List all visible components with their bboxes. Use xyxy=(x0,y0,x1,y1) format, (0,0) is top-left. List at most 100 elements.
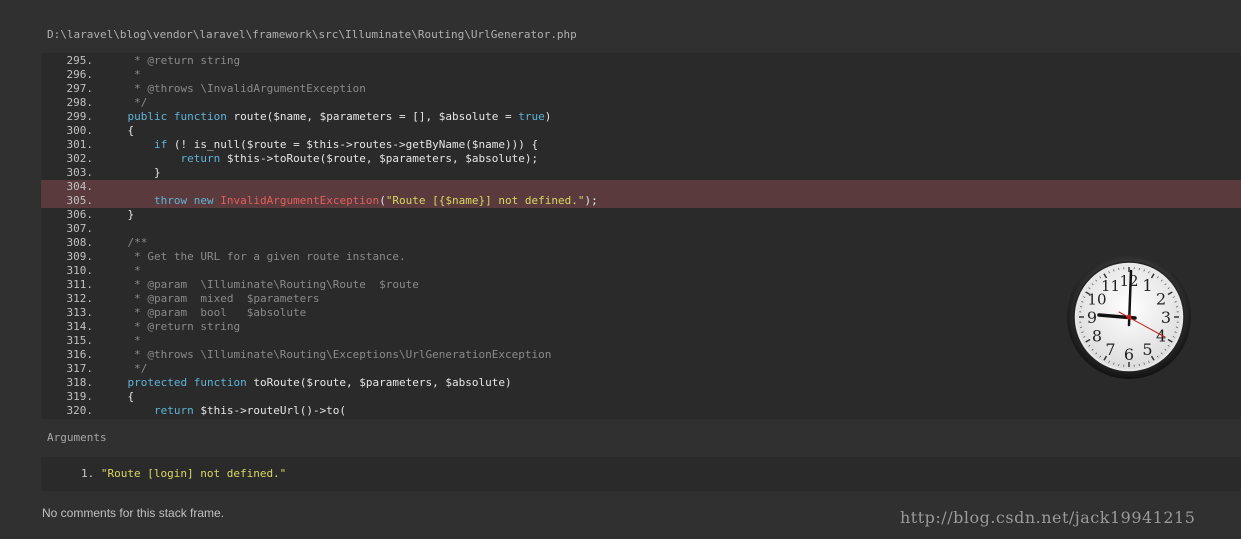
line-number: 304. xyxy=(66,180,94,193)
code-token: ); xyxy=(584,194,598,207)
code-token: (! is_null($route = $this->routes->getBy… xyxy=(167,138,539,151)
line-number: 309. xyxy=(66,250,94,263)
code-token: function xyxy=(193,376,247,389)
code-line: 318. protected function toRoute($route, … xyxy=(41,376,1241,390)
argument-item: 1. "Route [login] not defined." xyxy=(81,467,286,480)
code-token: function xyxy=(173,110,227,123)
code-token: * @throws \InvalidArgumentException xyxy=(101,82,366,95)
code-token: new xyxy=(193,194,214,207)
code-token: * @throws \Illuminate\Routing\Exceptions… xyxy=(101,348,552,361)
code-line: 313. * @param bool $absolute xyxy=(41,306,1241,320)
arguments-heading: Arguments xyxy=(47,431,107,444)
code-line: 314. * @return string xyxy=(41,320,1241,334)
line-number: 313. xyxy=(66,306,94,319)
code-line: 298. */ xyxy=(41,96,1241,110)
line-number: 310. xyxy=(66,264,94,277)
clock-widget: 12 1234567891011 xyxy=(1067,255,1191,379)
code-token: return xyxy=(153,404,194,417)
line-number: 316. xyxy=(66,348,94,361)
line-number: 318. xyxy=(66,376,94,389)
clock-numeral: 12 xyxy=(1119,272,1138,290)
line-number: 303. xyxy=(66,166,94,179)
code-lines: 295. * @return string 296. * 297. * @throw… xyxy=(41,54,1241,418)
code-token: public xyxy=(127,110,168,123)
line-number: 315. xyxy=(66,334,94,347)
line-number: 320. xyxy=(66,404,94,417)
code-token: * @param mixed $parameters xyxy=(101,292,320,305)
clock-numeral: 11 xyxy=(1101,277,1120,295)
code-token: * @return string xyxy=(101,54,241,67)
line-source: protected function toRoute($route, $para… xyxy=(101,376,512,390)
code-token: { xyxy=(101,390,135,403)
line-source: * xyxy=(101,334,141,348)
code-token: $this->routeUrl()->to( xyxy=(193,404,347,417)
clock-numeral: 7 xyxy=(1105,340,1115,359)
line-number: 301. xyxy=(66,138,94,151)
code-line: 304. xyxy=(41,180,1241,194)
line-number: 306. xyxy=(66,208,94,221)
code-line: 302. return $this->toRoute($route, $para… xyxy=(41,152,1241,166)
line-source: /** xyxy=(101,236,147,250)
frame-file-path: D:\laravel\blog\vendor\laravel\framework… xyxy=(47,28,577,41)
line-source: } xyxy=(101,166,161,180)
line-source: if (! is_null($route = $this->routes->ge… xyxy=(101,138,538,152)
line-source: * xyxy=(101,68,141,82)
code-line: 310. * xyxy=(41,264,1241,278)
code-line: 312. * @param mixed $parameters xyxy=(41,292,1241,306)
code-line: 315. * xyxy=(41,334,1241,348)
line-number: 296. xyxy=(66,68,94,81)
line-source: return $this->routeUrl()->to( xyxy=(101,404,346,418)
code-token: InvalidArgumentException xyxy=(220,194,380,207)
code-token: * @param bool $absolute xyxy=(101,306,307,319)
line-number: 314. xyxy=(66,320,94,333)
line-number: 297. xyxy=(66,82,94,95)
code-token: /** xyxy=(101,236,148,249)
code-line: 297. * @throws \InvalidArgumentException xyxy=(41,82,1241,96)
argument-value: "Route [login] not defined." xyxy=(100,467,287,480)
watermark-url: http://blog.csdn.net/jack19941215 xyxy=(900,508,1196,527)
code-token: if xyxy=(153,138,168,151)
code-line: 300. { xyxy=(41,124,1241,138)
clock-numeral: 8 xyxy=(1092,327,1102,346)
line-source: * @return string xyxy=(101,320,240,334)
code-token: throw xyxy=(153,194,188,207)
line-number: 317. xyxy=(66,362,94,375)
code-line: 319. { xyxy=(41,390,1241,404)
code-token: ) xyxy=(544,110,552,123)
line-number: 312. xyxy=(66,292,94,305)
code-line: 309. * Get the URL for a given route ins… xyxy=(41,250,1241,264)
line-source: { xyxy=(101,124,134,138)
code-token: */ xyxy=(101,96,148,109)
line-source: * @param bool $absolute xyxy=(101,306,306,320)
code-token: * xyxy=(101,68,141,81)
clock-numeral: 3 xyxy=(1161,308,1171,327)
line-number: 305. xyxy=(66,194,94,207)
clock-numeral: 4 xyxy=(1156,327,1166,346)
code-line: 299. public function route($name, $param… xyxy=(41,110,1241,124)
no-comments-text: No comments for this stack frame. xyxy=(42,506,225,520)
code-token: route($name, $parameters = [], $absolute… xyxy=(226,110,519,123)
line-source: throw new InvalidArgumentException("Rout… xyxy=(101,194,598,208)
line-source: * @return string xyxy=(101,54,240,68)
clock-numeral: 1 xyxy=(1142,276,1152,295)
line-source: * @param mixed $parameters xyxy=(101,292,320,306)
code-line: 296. * xyxy=(41,68,1241,82)
code-line: 303. } xyxy=(41,166,1241,180)
clock-numeral: 5 xyxy=(1142,340,1152,359)
code-token: * Get the URL for a given route instance… xyxy=(101,250,406,263)
code-token: protected xyxy=(127,376,188,389)
line-source: * @param \Illuminate\Routing\Route $rout… xyxy=(101,278,419,292)
code-token: return xyxy=(180,152,221,165)
code-line: 305. throw new InvalidArgumentException(… xyxy=(41,194,1241,208)
code-token: * xyxy=(101,264,141,277)
code-line: 311. * @param \Illuminate\Routing\Route … xyxy=(41,278,1241,292)
code-token: { xyxy=(101,124,135,137)
line-number: 308. xyxy=(66,236,94,249)
